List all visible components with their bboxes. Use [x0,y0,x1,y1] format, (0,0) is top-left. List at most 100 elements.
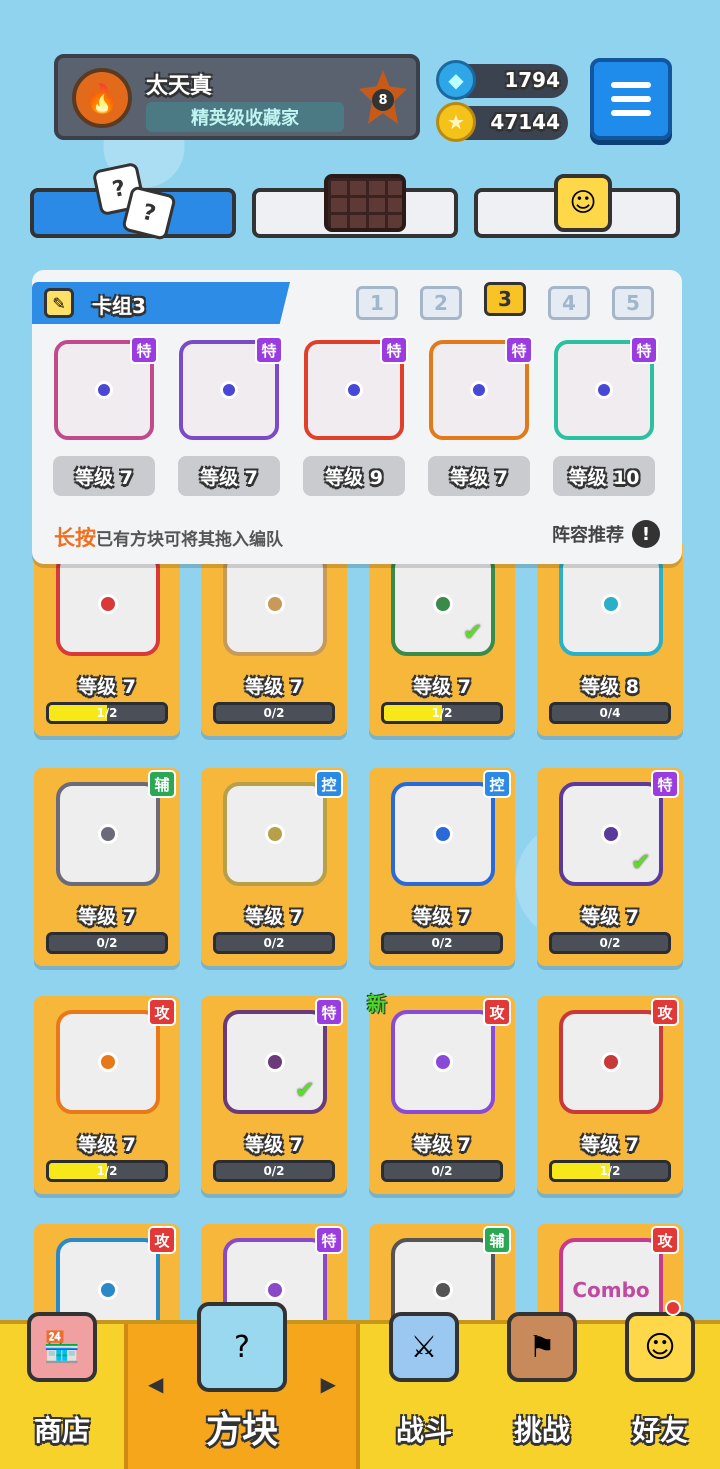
deck-card[interactable]: 特 [304,336,408,440]
nav-battle[interactable]: ⚔ 战斗 [364,1312,484,1469]
arrow-right-icon[interactable]: ▶ [321,1372,336,1396]
player-profile-panel[interactable]: 🔥 太天真 精英级收藏家 8 [54,54,420,140]
progress-bar: 1/2 [46,702,168,724]
block-art: ✔ [391,552,495,656]
lineup-recommend-button[interactable]: 阵容推荐! [552,520,660,548]
nav-challenge-label: 挑战 [513,1414,570,1447]
progress-text: 1/2 [96,1164,118,1178]
tab-board[interactable] [252,174,458,238]
block-card[interactable]: 等级 7 1/2 [34,538,180,736]
progress-text: 0/2 [263,936,285,950]
block-card[interactable]: 控等级 7 0/2 [201,768,347,966]
coin-counter[interactable]: ★ 47144 [436,102,568,142]
block-art [559,552,663,656]
type-tag: 攻 [483,998,511,1026]
block-art [559,1010,663,1114]
nav-challenge[interactable]: ⚑ 挑战 [484,1312,600,1469]
block-art [223,552,327,656]
progress-bar: 1/2 [549,1160,671,1182]
type-tag: 控 [315,770,343,798]
deck-card-level: 等级 7 [178,456,280,496]
hint-emphasis: 长按 [54,526,96,550]
block-level: 等级 7 [581,1134,639,1156]
hint-text: 已有方块可将其拖入编队 [96,530,283,550]
tab-dice[interactable]: ? ? [30,161,236,241]
tab-emoji[interactable]: ☺ [474,174,680,238]
progress-bar: 0/2 [381,1160,503,1182]
arrow-left-icon[interactable]: ◀ [148,1372,163,1396]
block-dot [98,1280,118,1300]
type-tag: 攻 [651,1226,679,1254]
block-card[interactable]: 辅等级 7 0/2 [34,768,180,966]
nav-blocks-label: 方块 [205,1410,278,1451]
progress-bar: 0/2 [549,932,671,954]
bottom-navigation: 🏪 商店 ? ◀ ▶ 方块 ⚔ 战斗 ⚑ 挑战 ☺ 好友 [0,1300,720,1469]
deck-card-level: 等级 10 [553,456,655,496]
deck-name: 卡组3 [92,294,146,318]
block-dot [433,824,453,844]
deck-number-3[interactable]: 3 [484,282,526,316]
player-title: 精英级收藏家 [146,102,344,132]
type-tag: 特 [505,336,533,364]
deck-label[interactable]: ✎ 卡组3 [32,282,290,324]
deck-card[interactable]: 特 [554,336,658,440]
type-tag: 特 [380,336,408,364]
block-card[interactable]: 等级 8 0/4 [537,538,683,736]
recommend-label: 阵容推荐 [552,525,624,546]
progress-text: 1/2 [96,706,118,720]
progress-bar: 0/2 [46,932,168,954]
block-dot [345,381,363,399]
mystery-cube-icon: ? [197,1302,287,1392]
block-card[interactable]: ✔ 等级 7 1/2 [369,538,515,736]
block-card[interactable]: 攻等级 7 1/2 [34,996,180,1194]
progress-bar: 1/2 [46,1160,168,1182]
menu-bar [611,82,651,88]
block-card[interactable]: 攻等级 7 1/2 [537,996,683,1194]
progress-text: 0/2 [96,936,118,950]
block-dot [98,824,118,844]
gem-counter[interactable]: ◆ 1794 [436,60,568,100]
deck-number-5[interactable]: 5 [612,286,654,320]
coin-count: 47144 [490,110,560,134]
nav-friends[interactable]: ☺ 好友 [600,1300,720,1469]
deck-number-4[interactable]: 4 [548,286,590,320]
rank-star-badge[interactable]: 8 [359,70,407,124]
deck-card[interactable]: 特 [179,336,283,440]
deck-card-level: 等级 9 [303,456,405,496]
block-card[interactable]: ✔ 特等级 7 0/2 [201,996,347,1194]
deck-number-2[interactable]: 2 [420,286,462,320]
block-dot [433,594,453,614]
progress-text: 0/2 [263,706,285,720]
pencil-edit-icon[interactable]: ✎ [44,288,74,318]
progress-bar: 0/2 [381,932,503,954]
progress-text: 0/2 [431,936,453,950]
deck-card[interactable]: 特 [54,336,158,440]
progress-text: 0/2 [599,936,621,950]
nav-shop[interactable]: 🏪 商店 [0,1312,124,1469]
nav-blocks[interactable]: ? ◀ ▶ 方块 [124,1302,360,1469]
block-card[interactable]: ✔ 特等级 7 0/2 [537,768,683,966]
menu-bar [611,96,651,102]
block-card[interactable]: 攻 新等级 7 0/2 [367,992,515,1194]
block-level: 等级 7 [78,676,136,698]
type-tag: 攻 [651,998,679,1026]
block-art [56,552,160,656]
block-card[interactable]: 控等级 7 0/2 [369,768,515,966]
deck-card[interactable]: 特 [429,336,533,440]
progress-bar: 0/2 [213,1160,335,1182]
deck-number-1[interactable]: 1 [356,286,398,320]
block-dot [601,824,621,844]
progress-bar: 0/2 [213,932,335,954]
block-dot [265,594,285,614]
drag-hint: 长按已有方块可将其拖入编队 [54,522,283,552]
block-dot [98,594,118,614]
block-art [223,782,327,886]
menu-button[interactable] [590,58,672,140]
block-level: 等级 7 [78,906,136,928]
block-card[interactable]: 等级 7 0/2 [201,538,347,736]
block-level: 等级 7 [413,906,471,928]
gem-icon: ◆ [436,60,476,100]
block-dot [595,381,613,399]
progress-text: 1/2 [599,1164,621,1178]
player-avatar-fire-icon[interactable]: 🔥 [72,68,132,128]
